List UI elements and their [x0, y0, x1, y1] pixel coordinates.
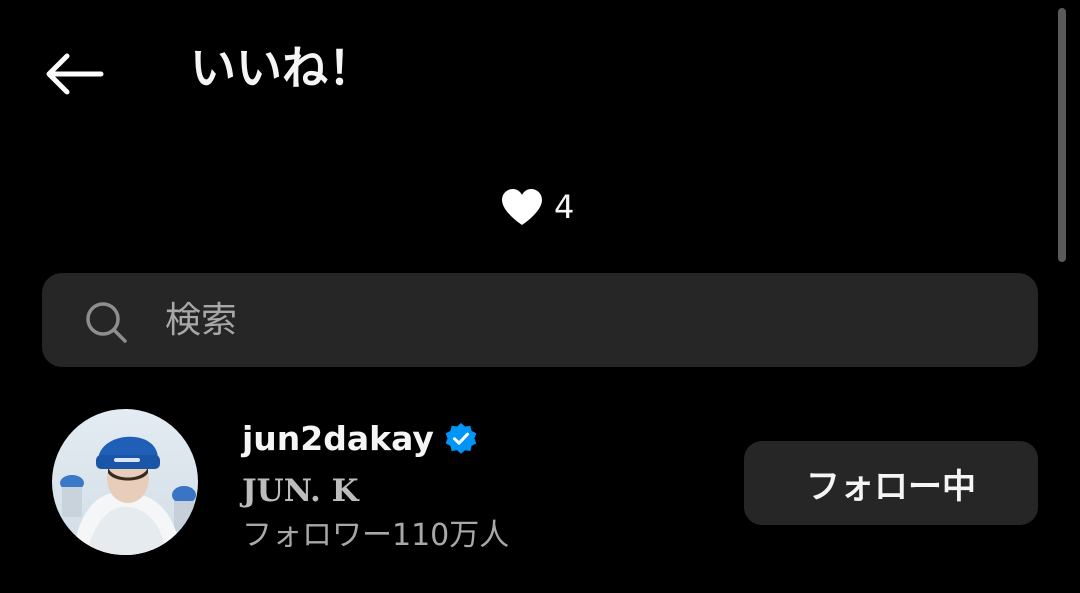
search-input[interactable]: [165, 291, 965, 349]
verified-badge-icon: [445, 423, 477, 454]
back-button[interactable]: [38, 46, 110, 102]
display-name: JUN. K: [242, 473, 359, 509]
avatar-image: [52, 409, 198, 555]
user-row-header: jun2dakay: [242, 414, 478, 464]
likes-summary: 4: [500, 183, 574, 231]
page-title: いいね！: [190, 41, 374, 95]
follower-count: フォロワー110万人: [242, 518, 510, 553]
scrollbar[interactable]: [1058, 8, 1066, 262]
search-icon: [86, 302, 127, 343]
likes-count: 4: [554, 188, 575, 226]
avatar[interactable]: [52, 409, 198, 555]
following-button[interactable]: フォロー中: [744, 441, 1038, 525]
arrow-left-icon: [46, 53, 104, 95]
heart-icon: [502, 189, 542, 225]
likes-screen: いいね！ 4 検索 jun2dakay JUN. K フォロワー110万人 フォ…: [0, 0, 1080, 593]
username[interactable]: jun2dakay: [242, 414, 434, 464]
